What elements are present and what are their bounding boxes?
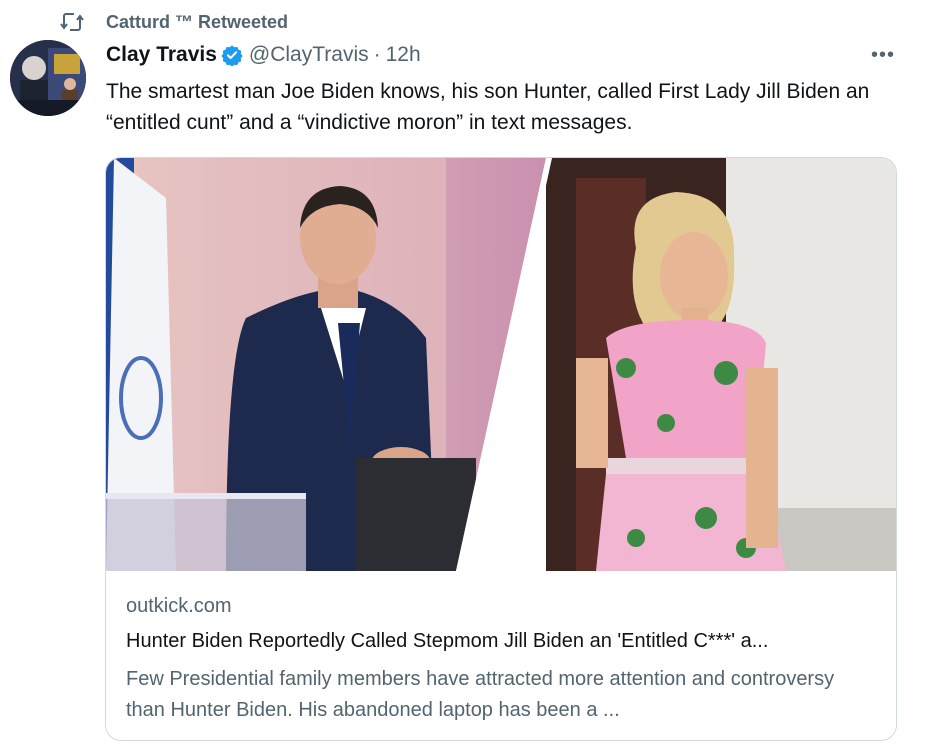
retweeted-by-text[interactable]: Catturd ™ Retweeted [106, 12, 288, 33]
link-card[interactable]: outkick.com Hunter Biden Reportedly Call… [105, 157, 897, 741]
more-button[interactable]: ••• [866, 44, 900, 66]
verified-badge-icon [221, 45, 243, 66]
tweet-text: The smartest man Joe Biden knows, his so… [106, 80, 870, 134]
card-description: Few Presidential family members have att… [126, 668, 835, 721]
social-context[interactable]: Catturd ™ Retweeted [60, 9, 288, 35]
avatar-image [10, 40, 86, 116]
more-icon: ••• [870, 43, 895, 66]
tweet-timestamp[interactable]: 12h [386, 43, 421, 67]
author-display-name[interactable]: Clay Travis [106, 43, 217, 67]
author-handle[interactable]: @ClayTravis [249, 43, 369, 67]
card-photo [106, 158, 896, 571]
card-domain: outkick.com [126, 595, 232, 617]
tweet-header: Clay Travis @ClayTravis · 12h [106, 40, 421, 70]
avatar[interactable] [10, 40, 86, 116]
card-image[interactable] [106, 158, 896, 571]
card-title: Hunter Biden Reportedly Called Stepmom J… [126, 630, 769, 652]
retweet-icon [60, 13, 84, 31]
tweet[interactable]: Catturd ™ Retweeted Clay Travis @ClayTra… [0, 0, 938, 754]
separator-dot: · [373, 43, 381, 66]
